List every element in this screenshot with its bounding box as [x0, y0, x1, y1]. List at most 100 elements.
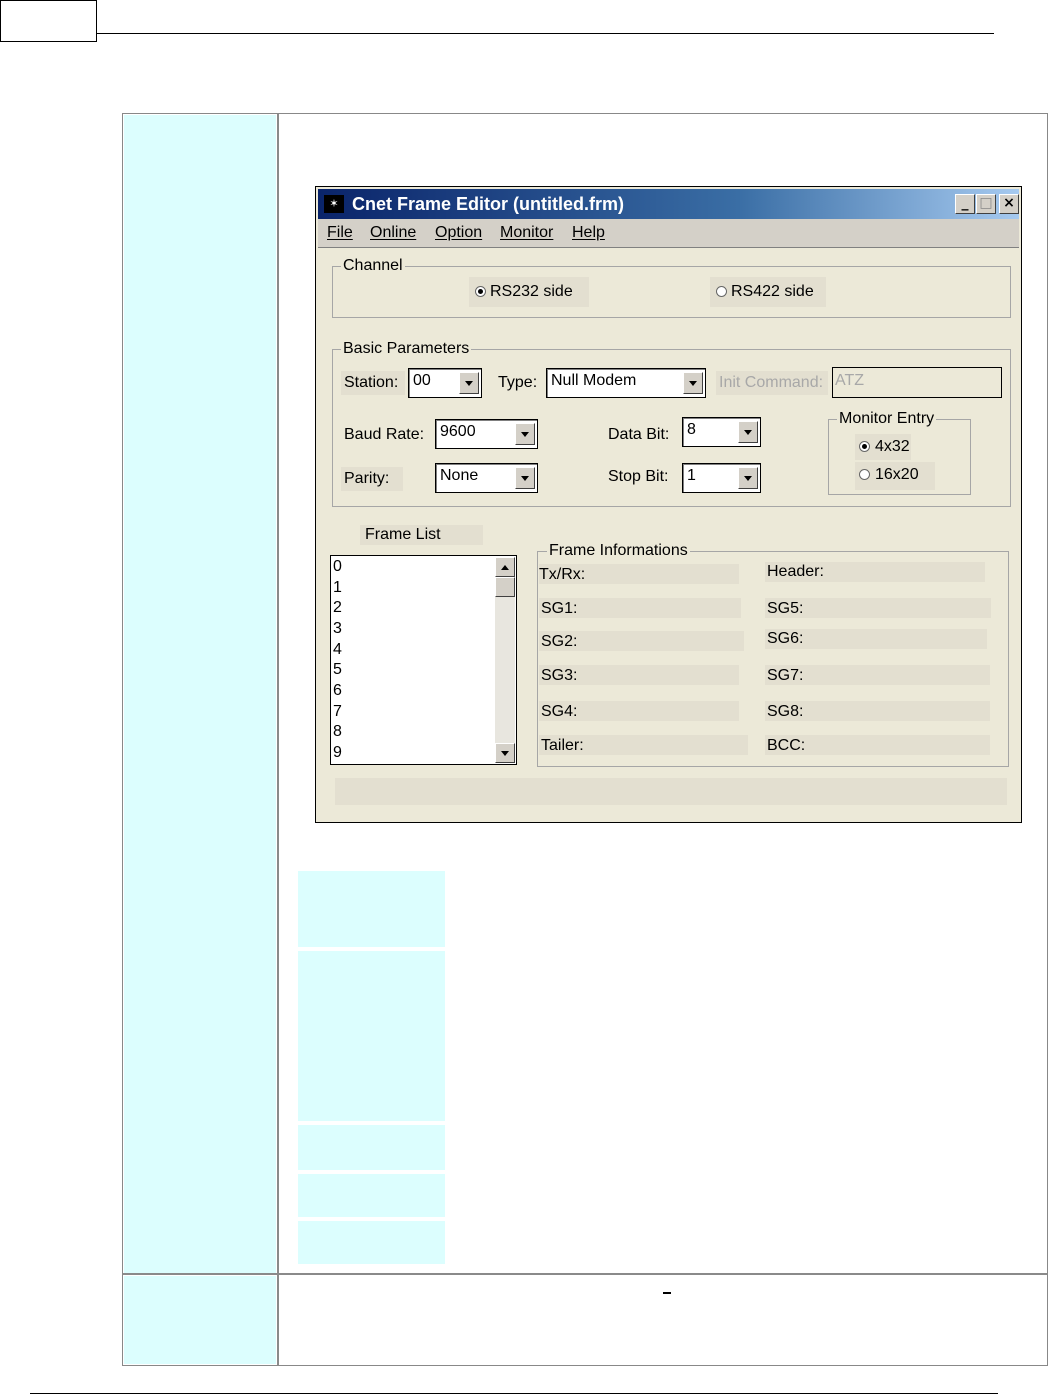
- data-bit-value: 8: [687, 421, 696, 438]
- list-item[interactable]: 5: [333, 660, 342, 680]
- sg5-label: SG5:: [767, 600, 804, 617]
- chevron-down-icon[interactable]: [515, 423, 535, 445]
- frame-list[interactable]: 0 1 2 3 4 5 6 7 8 9: [330, 555, 517, 765]
- menu-help[interactable]: Help: [572, 224, 605, 242]
- stop-bit-combo[interactable]: 1: [682, 463, 761, 493]
- sub-table-cell: [298, 871, 445, 947]
- scroll-thumb[interactable]: [495, 577, 515, 597]
- scroll-up-icon[interactable]: [495, 557, 515, 577]
- header-field: Header:: [765, 562, 985, 582]
- maximize-button[interactable]: □: [976, 194, 996, 214]
- channel-legend: Channel: [341, 256, 405, 276]
- radio-rs232[interactable]: RS232 side: [469, 277, 589, 307]
- txrx-field: Tx/Rx:: [539, 564, 739, 584]
- page-number-box: [0, 0, 97, 42]
- chevron-down-icon[interactable]: [459, 372, 479, 394]
- table-column-divider: [277, 114, 279, 1365]
- radio-16x20-label: 16x20: [875, 466, 919, 483]
- list-item[interactable]: 9: [333, 743, 342, 763]
- init-command-label: Init Command:: [719, 374, 824, 391]
- footer-rule: [30, 1393, 998, 1394]
- txrx-label: Tx/Rx:: [539, 566, 586, 583]
- sg8-field: SG8:: [765, 701, 990, 721]
- radio-rs232-label: RS232 side: [490, 283, 573, 300]
- radio-rs232-button[interactable]: [475, 286, 486, 297]
- frame-list-scrollbar[interactable]: [495, 557, 515, 763]
- chevron-down-icon[interactable]: [683, 372, 703, 394]
- list-item[interactable]: 1: [333, 578, 342, 598]
- scroll-down-icon[interactable]: [495, 743, 515, 763]
- list-item[interactable]: 2: [333, 598, 342, 618]
- radio-16x20-button[interactable]: [859, 469, 870, 480]
- radio-rs422-button[interactable]: [716, 286, 727, 297]
- chevron-down-icon[interactable]: [738, 467, 758, 489]
- minimize-button[interactable]: _: [955, 194, 975, 214]
- radio-rs422-label: RS422 side: [731, 283, 814, 300]
- sg4-field: SG4:: [539, 701, 739, 721]
- baud-rate-combo[interactable]: 9600: [435, 419, 538, 449]
- header-rule: [97, 33, 994, 34]
- menu-online[interactable]: Online: [370, 224, 416, 242]
- stop-bit-label: Stop Bit:: [608, 468, 669, 485]
- frame-list-label: Frame List: [365, 526, 441, 543]
- parity-label: Parity:: [344, 470, 390, 487]
- stop-bit-value: 1: [687, 467, 696, 484]
- parity-value: None: [440, 467, 479, 484]
- sg6-label: SG6:: [767, 630, 804, 647]
- sub-table-cell: [298, 1125, 445, 1170]
- frame-editor-window: ✶ Cnet Frame Editor (untitled.frm) _ □ ×…: [315, 186, 1022, 823]
- bcc-field: BCC:: [765, 735, 990, 755]
- sg2-field: SG2:: [539, 631, 744, 651]
- station-combo[interactable]: 00: [408, 368, 482, 398]
- sg2-label: SG2:: [541, 633, 578, 650]
- chevron-down-icon[interactable]: [738, 421, 758, 443]
- sg7-label: SG7:: [767, 667, 804, 684]
- table-row-divider: [123, 1273, 1047, 1275]
- data-bit-label: Data Bit:: [608, 426, 670, 443]
- basic-parameters-legend: Basic Parameters: [341, 339, 472, 359]
- bcc-label: BCC:: [767, 737, 806, 754]
- sg4-label: SG4:: [541, 703, 578, 720]
- radio-4x32-label: 4x32: [875, 438, 910, 455]
- sg8-label: SG8:: [767, 703, 804, 720]
- type-combo[interactable]: Null Modem: [546, 368, 706, 398]
- menu-monitor[interactable]: Monitor: [500, 224, 553, 242]
- chevron-down-icon[interactable]: [515, 467, 535, 489]
- menu-file[interactable]: File: [327, 224, 353, 242]
- radio-16x20[interactable]: 16x20: [855, 462, 935, 490]
- monitor-entry-legend: Monitor Entry: [837, 409, 937, 429]
- list-item[interactable]: 6: [333, 681, 342, 701]
- status-bar: [335, 778, 1007, 805]
- sg5-field: SG5:: [765, 598, 991, 618]
- baud-rate-value: 9600: [440, 423, 476, 440]
- radio-4x32[interactable]: 4x32: [855, 434, 911, 460]
- app-icon[interactable]: ✶: [324, 195, 344, 213]
- header-label: Header:: [767, 563, 824, 580]
- sg7-field: SG7:: [765, 665, 990, 685]
- parity-combo[interactable]: None: [435, 463, 538, 493]
- radio-4x32-button[interactable]: [859, 441, 870, 452]
- station-value: 00: [413, 372, 431, 389]
- sg1-label: SG1:: [541, 600, 578, 617]
- radio-rs422[interactable]: RS422 side: [710, 277, 826, 307]
- init-command-value: ATZ: [835, 372, 865, 389]
- init-command-field[interactable]: ATZ: [832, 367, 1002, 398]
- close-button[interactable]: ×: [999, 194, 1019, 214]
- list-item[interactable]: 3: [333, 619, 342, 639]
- list-item[interactable]: 0: [333, 557, 342, 577]
- baud-rate-label: Baud Rate:: [344, 426, 425, 443]
- tailer-field: Tailer:: [539, 735, 748, 755]
- sg6-field: SG6:: [765, 629, 987, 649]
- channel-group: [332, 266, 1011, 318]
- sg3-label: SG3:: [541, 667, 578, 684]
- frame-informations-legend: Frame Informations: [547, 541, 690, 561]
- data-bit-combo[interactable]: 8: [682, 417, 761, 447]
- title-bar[interactable]: ✶ Cnet Frame Editor (untitled.frm) _ □ ×: [318, 189, 1019, 219]
- list-item[interactable]: 4: [333, 640, 342, 660]
- list-item[interactable]: 7: [333, 702, 342, 722]
- tailer-label: Tailer:: [541, 737, 584, 754]
- list-item[interactable]: 8: [333, 722, 342, 742]
- sub-table-cell: [298, 1221, 445, 1264]
- sg3-field: SG3:: [539, 665, 739, 685]
- menu-option[interactable]: Option: [435, 224, 482, 242]
